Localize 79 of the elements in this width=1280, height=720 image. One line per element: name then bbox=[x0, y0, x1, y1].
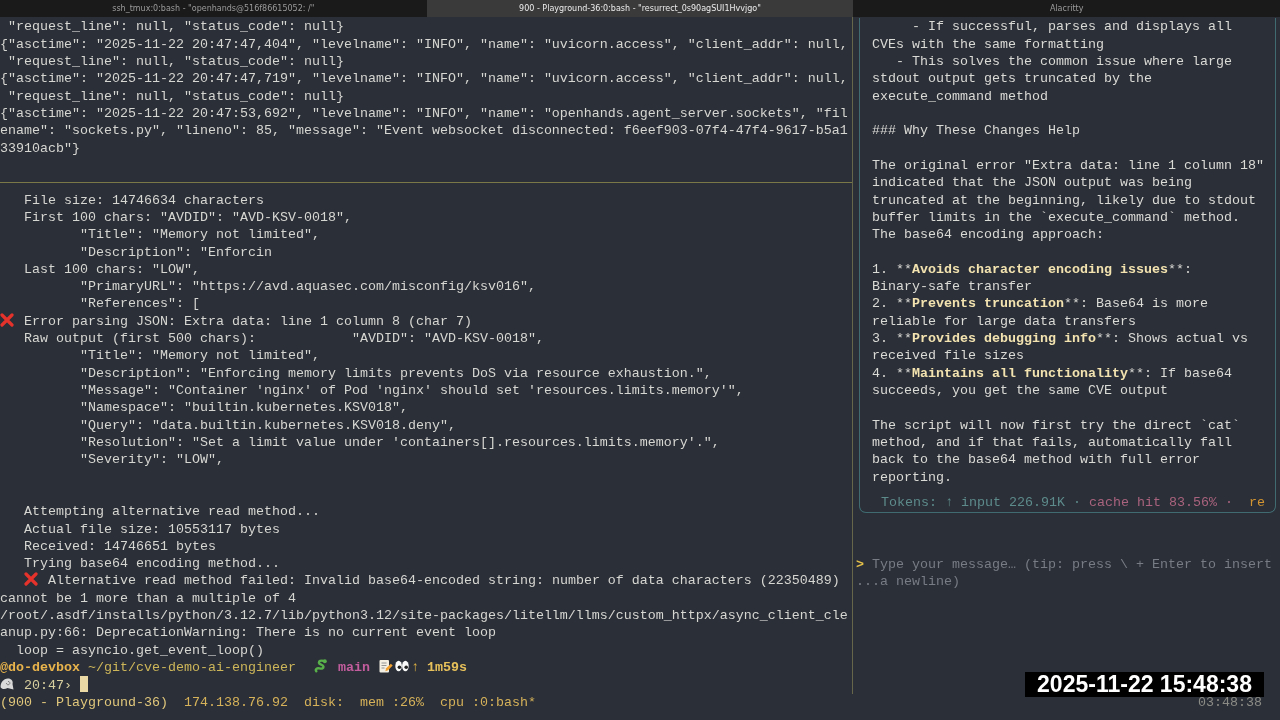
message-line: 4. **Maintains all functionality**: If base64 bbox=[872, 365, 1232, 381]
message-line: succeeds, you get the same CVE output bbox=[872, 382, 1168, 398]
message-line: The script will now first try the direct `cat` bbox=[872, 417, 1240, 433]
output-line: Last 100 chars: "LOW", bbox=[24, 261, 200, 277]
message-line: method, and if that fails, automatically fall bbox=[872, 434, 1232, 450]
output-line: Received: 14746651 bytes bbox=[24, 538, 216, 554]
error-message: Alternative read method failed: Invalid base64-encoded string: number of data characters (22350489) bbox=[48, 573, 840, 589]
status-item: disk: bbox=[303, 693, 344, 712]
output-line: cannot be 1 more than a multiple of 4 bbox=[0, 590, 296, 606]
note-pencil-icon bbox=[378, 659, 393, 673]
status-item: 174.138.76.92 bbox=[183, 693, 288, 712]
log-line: "request_line": null, "status_code": null} bbox=[8, 54, 344, 69]
prompt-path: ~/git/cve-demo-ai-engineer bbox=[88, 660, 296, 675]
log-line: {"asctime": "2025-11-22 20:47:47,404", "levelname": "INFO", "name": "uvicorn.access", "client_addr": null, bbox=[0, 36, 848, 52]
message-line: stdout output gets truncated by the bbox=[872, 71, 1152, 87]
recording-timestamp: 2025-11-22 15:48:38 bbox=[1025, 672, 1264, 697]
message-line: reporting. bbox=[872, 469, 952, 485]
log-line: "request_line": null, "status_code": null} bbox=[8, 88, 344, 104]
output-line: "References": [ bbox=[80, 296, 200, 312]
window-tab[interactable]: 900 - Playground-36:0:bash - "resurrect_0s90agSUI1Hvvjgo" bbox=[426, 0, 854, 17]
output-line: "Resolution": "Set a limit value under 'containers[].resources.limits.memory'.", bbox=[80, 434, 720, 450]
output-line: "Description": "Enforcin bbox=[80, 244, 272, 260]
output-line: "Title": "Memory not limited", bbox=[80, 348, 320, 364]
log-line: ename": "sockets.py", "lineno": 85, "message": "Event websocket disconnected: f6eef903-07f4-47f4-9617-b5a1 bbox=[0, 123, 848, 139]
output-line: "Message": "Container 'nginx' of Pod 'nginx' should set 'resources.limits.memory'", bbox=[80, 383, 744, 398]
cross-icon bbox=[24, 572, 38, 587]
cross-icon bbox=[0, 312, 14, 327]
message-line: 3. **Provides debugging info**: Shows actual vs bbox=[872, 331, 1248, 346]
output-line: "Severity": "LOW", bbox=[80, 452, 224, 468]
prompt-time: 20:47 bbox=[24, 678, 64, 694]
window-tab[interactable]: ssh_tmux:0:bash - "openhands@516f86615052: /" bbox=[0, 0, 427, 17]
output-line: Attempting alternative read method... bbox=[24, 504, 320, 520]
output-line: First 100 chars: "AVDID": "AVD-KSV-0018", bbox=[24, 209, 352, 225]
message-line: indicated that the JSON output was being bbox=[872, 175, 1192, 191]
log-line: {"asctime": "2025-11-22 20:47:53,692", "levelname": "INFO", "name": "openhands.agent_server.sockets", "fil bbox=[0, 105, 848, 121]
message-line: truncated at the beginning, likely due to stdout bbox=[872, 192, 1256, 208]
output-line: File size: 14746634 characters bbox=[24, 192, 264, 208]
message-line: back to the base64 method with full error bbox=[872, 452, 1200, 468]
log-line: "request_line": null, "status_code": null} bbox=[8, 19, 344, 35]
message-line: - This solves the common issue where large bbox=[896, 54, 1232, 69]
output-line: loop = asyncio.get_event_loop() bbox=[16, 642, 264, 658]
output-line: Trying base64 encoding method... bbox=[24, 556, 280, 572]
log-line: {"asctime": "2025-11-22 20:47:47,719", "levelname": "INFO", "name": "uvicorn.access", "client_addr": null, bbox=[0, 71, 848, 87]
message-line: ### Why These Changes Help bbox=[872, 123, 1080, 139]
output-line: Actual file size: 10553117 bytes bbox=[24, 521, 280, 537]
status-item: mem :26% bbox=[359, 693, 424, 712]
seashell-icon bbox=[0, 677, 14, 692]
message-line: buffer limits in the `execute_command` method. bbox=[872, 209, 1240, 225]
status-item: (900 - Playground-36) bbox=[0, 693, 168, 712]
output-line: anup.py:66: DeprecationWarning: There is no current event loop bbox=[0, 625, 496, 641]
output-line: "Query": "data.builtin.kubernetes.KSV018.deny", bbox=[80, 417, 456, 433]
prompt-marker: > bbox=[856, 555, 864, 574]
prompt-symbol: › bbox=[64, 678, 72, 694]
output-line: "Description": "Enforcing memory limits prevents DoS via resource exhaustion.", bbox=[80, 365, 712, 381]
output-line: "Title": "Memory not limited", bbox=[80, 227, 320, 243]
git-branch: main bbox=[337, 660, 370, 675]
message-line: execute_command method bbox=[872, 88, 1048, 104]
message-line: The original error "Extra data: line 1 column 18" bbox=[872, 157, 1264, 173]
output-line: "Namespace": "builtin.kubernetes.KSV018", bbox=[80, 400, 408, 416]
message-line: 2. **Prevents truncation**: Base64 is more bbox=[872, 296, 1208, 312]
message-line: reliable for large data transfers bbox=[872, 313, 1136, 329]
message-line: The base64 encoding approach: bbox=[872, 227, 1104, 243]
error-message: Error parsing JSON: Extra data: line 1 column 8 (char 7) bbox=[24, 313, 472, 329]
snake-icon bbox=[313, 659, 328, 673]
message-line: 1. **Avoids character encoding issues**: bbox=[872, 261, 1192, 277]
message-line: received file sizes bbox=[872, 348, 1024, 364]
message-line: CVEs with the same formatting bbox=[872, 36, 1104, 52]
status-item: cpu :0:bash* bbox=[439, 693, 536, 712]
prompt-host: @do-devbox bbox=[0, 660, 80, 675]
output-line: /root/.asdf/installs/python/3.12.7/lib/python3.12/site-packages/litellm/llms/custom_httpx/async_client_cle bbox=[0, 608, 848, 624]
window-tab[interactable]: Alacritty bbox=[853, 0, 1280, 17]
ahead-indicator: ↑ bbox=[410, 660, 419, 675]
output-line: "PrimaryURL": "https://avd.aquasec.com/misconfig/ksv016", bbox=[80, 279, 536, 295]
log-line: 33910acb"} bbox=[0, 140, 80, 156]
message-line: - If successful, parses and displays all bbox=[912, 19, 1232, 35]
command-duration: 1m59s bbox=[426, 660, 467, 675]
message-line: Binary-safe transfer bbox=[872, 279, 1032, 295]
eyes-icon bbox=[394, 659, 409, 673]
output-line: Raw output (first 500 chars): "AVDID": "AVD-KSV-0018", bbox=[24, 331, 544, 347]
